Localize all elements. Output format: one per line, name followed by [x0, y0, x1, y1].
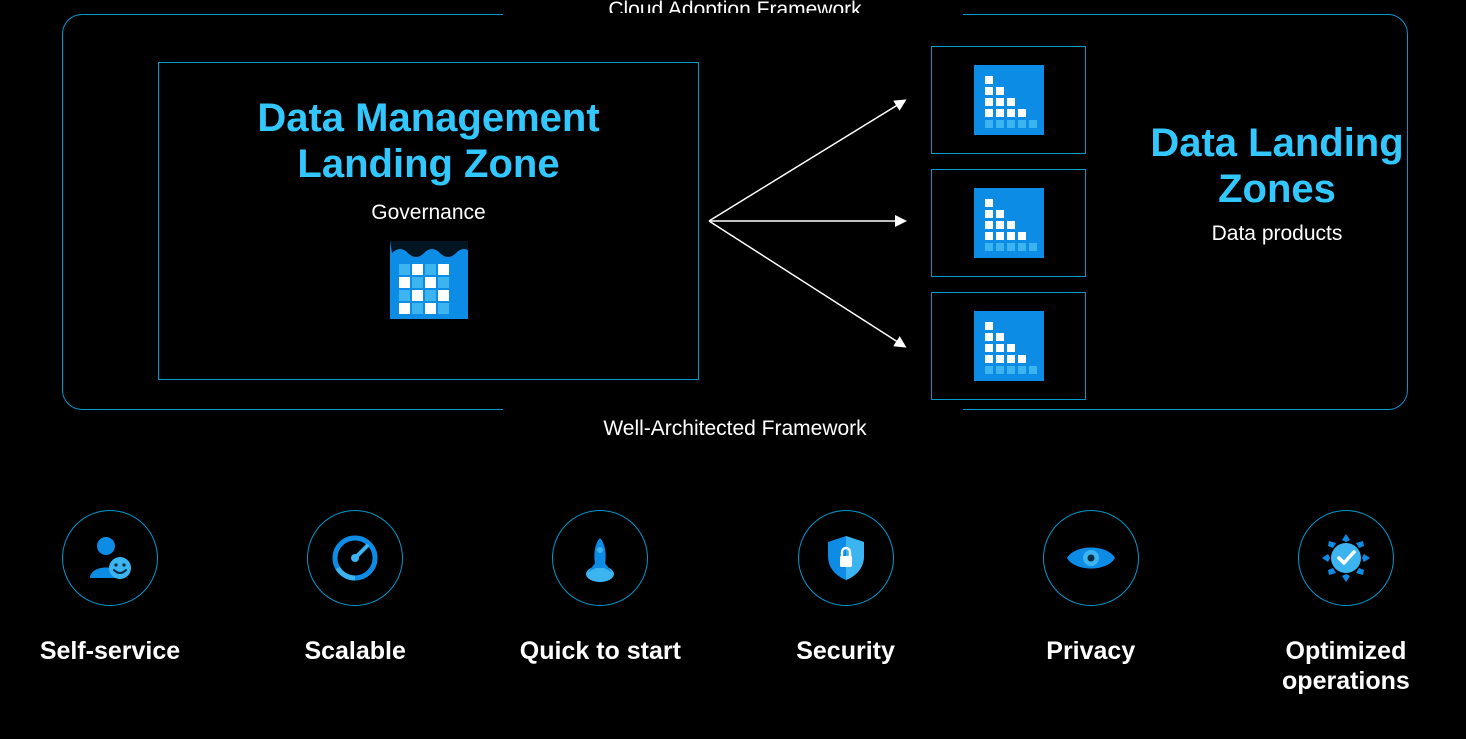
feature-scalable: Scalable	[265, 510, 445, 666]
feature-label: Self-service	[40, 636, 180, 666]
landing-zone-box	[931, 169, 1086, 277]
landing-zone-column	[931, 46, 1086, 415]
dm-title-line2: Landing Zone	[297, 142, 559, 186]
feature-row: Self-service Scalable Quick to start	[20, 510, 1446, 696]
shield-lock-icon	[798, 510, 894, 606]
data-landing-subtitle: Data products	[1112, 222, 1442, 246]
feature-self-service: Self-service	[20, 510, 200, 666]
landing-zone-icon	[974, 311, 1044, 381]
dlz-title-line1: Data Landing	[1150, 121, 1403, 165]
landing-zone-box	[931, 292, 1086, 400]
feature-label: Quick to start	[520, 636, 681, 666]
data-management-title: Data Management Landing Zone	[159, 95, 698, 187]
feature-security: Security	[756, 510, 936, 666]
self-service-icon	[62, 510, 158, 606]
gear-check-icon	[1298, 510, 1394, 606]
feature-quick-to-start: Quick to start	[510, 510, 690, 666]
framework-bottom-label: Well-Architected Framework	[62, 417, 1408, 441]
feature-label: Security	[796, 636, 895, 666]
dlz-title-line2: Zones	[1218, 167, 1336, 211]
feature-privacy: Privacy	[1001, 510, 1181, 666]
eye-icon	[1043, 510, 1139, 606]
data-management-subtitle: Governance	[159, 201, 698, 225]
rocket-icon	[552, 510, 648, 606]
framework-panel: Cloud Adoption Framework Data Management…	[62, 0, 1408, 455]
feature-label: Privacy	[1046, 636, 1135, 666]
landing-zone-box	[931, 46, 1086, 154]
landing-zone-icon	[974, 188, 1044, 258]
data-management-box: Data Management Landing Zone Governance	[158, 62, 699, 380]
landing-zone-icon	[974, 65, 1044, 135]
data-lake-icon	[390, 241, 468, 324]
data-landing-title: Data Landing Zones	[1112, 120, 1442, 212]
feature-label: Scalable	[304, 636, 405, 666]
gauge-icon	[307, 510, 403, 606]
feature-label: Optimized operations	[1246, 636, 1446, 696]
feature-optimized-ops: Optimized operations	[1246, 510, 1446, 696]
data-landing-text: Data Landing Zones Data products	[1112, 120, 1442, 246]
dm-title-line1: Data Management	[257, 96, 599, 140]
